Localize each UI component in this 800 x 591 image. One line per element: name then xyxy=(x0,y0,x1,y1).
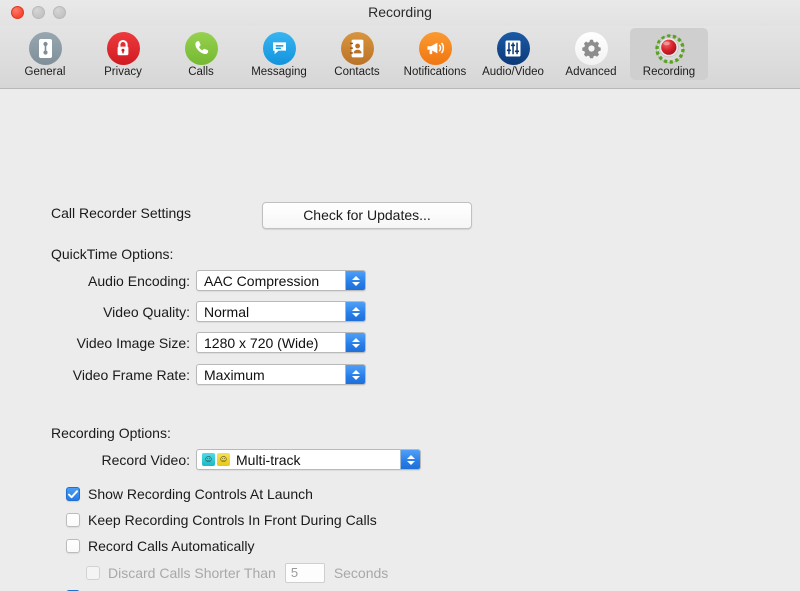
tab-notifications[interactable]: Notifications xyxy=(396,28,474,80)
tab-calls[interactable]: Calls xyxy=(162,28,240,80)
video-frame-rate-stepper[interactable] xyxy=(345,365,365,384)
record-video-select[interactable]: ☺ ☺ Multi-track xyxy=(196,449,421,470)
record-reel-icon xyxy=(652,31,686,65)
video-quality-stepper[interactable] xyxy=(345,302,365,321)
title-bar: Recording xyxy=(0,0,800,26)
window-title: Recording xyxy=(0,4,800,20)
video-frame-rate-label: Video Frame Rate: xyxy=(20,367,190,383)
checkbox-keep-controls-front-label: Keep Recording Controls In Front During … xyxy=(88,512,377,528)
gear-icon xyxy=(574,31,608,65)
video-image-size-select[interactable]: 1280 x 720 (Wide) xyxy=(196,332,366,353)
check-for-updates-button[interactable]: Check for Updates... xyxy=(262,202,472,229)
discard-seconds-units-label: Seconds xyxy=(334,565,388,581)
checkbox-row-record-calls-automatically[interactable]: Record Calls Automatically xyxy=(66,538,255,554)
phone-icon xyxy=(184,31,218,65)
video-image-size-value: 1280 x 720 (Wide) xyxy=(204,335,318,351)
tab-audio-video-label: Audio/Video xyxy=(482,66,544,78)
tab-general-label: General xyxy=(25,66,66,78)
video-frame-rate-select[interactable]: Maximum xyxy=(196,364,366,385)
audio-encoding-stepper[interactable] xyxy=(345,271,365,290)
checkbox-row-keep-controls-front[interactable]: Keep Recording Controls In Front During … xyxy=(66,512,377,528)
video-image-size-label: Video Image Size: xyxy=(20,335,190,351)
checkbox-row-discard-short-calls[interactable]: Discard Calls Shorter Than 5 Seconds xyxy=(86,563,388,583)
checkbox-record-calls-automatically-label: Record Calls Automatically xyxy=(88,538,255,554)
tab-contacts[interactable]: Contacts xyxy=(318,28,396,80)
lock-icon xyxy=(106,31,140,65)
tab-notifications-label: Notifications xyxy=(404,66,467,78)
discard-seconds-input[interactable]: 5 xyxy=(285,563,325,583)
call-recorder-settings-row: Call Recorder Settings xyxy=(51,205,191,221)
checkbox-record-calls-automatically[interactable] xyxy=(66,539,80,553)
quicktime-options-heading: QuickTime Options: xyxy=(51,246,173,262)
megaphone-icon xyxy=(418,31,452,65)
checkbox-discard-short-calls[interactable] xyxy=(86,566,100,580)
tab-recording-label: Recording xyxy=(643,66,695,78)
tab-messaging[interactable]: Messaging xyxy=(240,28,318,80)
tab-calls-label: Calls xyxy=(188,66,214,78)
tab-advanced[interactable]: Advanced xyxy=(552,28,630,80)
video-frame-rate-value: Maximum xyxy=(204,367,265,383)
record-video-stepper[interactable] xyxy=(400,450,420,469)
tab-messaging-label: Messaging xyxy=(251,66,307,78)
video-quality-label: Video Quality: xyxy=(20,304,190,320)
call-recorder-settings-label: Call Recorder Settings xyxy=(51,205,191,221)
preferences-window: Recording General xyxy=(0,0,800,591)
checkbox-keep-controls-front[interactable] xyxy=(66,513,80,527)
tab-audio-video[interactable]: Audio/Video xyxy=(474,28,552,80)
preferences-toolbar: General Privacy xyxy=(0,26,800,89)
video-image-size-stepper[interactable] xyxy=(345,333,365,352)
chat-bubble-icon xyxy=(262,31,296,65)
video-quality-value: Normal xyxy=(204,304,249,320)
audio-encoding-value: AAC Compression xyxy=(204,273,319,289)
tab-recording[interactable]: Recording xyxy=(630,28,708,80)
address-book-icon xyxy=(340,31,374,65)
record-video-label: Record Video: xyxy=(20,452,190,468)
checkbox-row-show-recording-controls[interactable]: Show Recording Controls At Launch xyxy=(66,486,313,502)
tab-contacts-label: Contacts xyxy=(334,66,379,78)
video-quality-select[interactable]: Normal xyxy=(196,301,366,322)
record-video-value: Multi-track xyxy=(236,452,301,468)
tab-general[interactable]: General xyxy=(6,28,84,80)
tab-privacy[interactable]: Privacy xyxy=(84,28,162,80)
general-icon xyxy=(28,31,62,65)
multitrack-faces-icon: ☺ ☺ xyxy=(202,453,230,466)
checkbox-discard-short-calls-label: Discard Calls Shorter Than xyxy=(108,565,276,581)
checkbox-show-recording-controls-label: Show Recording Controls At Launch xyxy=(88,486,313,502)
audio-encoding-label: Audio Encoding: xyxy=(20,273,190,289)
tab-advanced-label: Advanced xyxy=(565,66,616,78)
audio-encoding-select[interactable]: AAC Compression xyxy=(196,270,366,291)
tab-privacy-label: Privacy xyxy=(104,66,142,78)
checkbox-show-recording-controls[interactable] xyxy=(66,487,80,501)
equalizer-icon xyxy=(496,31,530,65)
recording-options-heading: Recording Options: xyxy=(51,425,171,441)
